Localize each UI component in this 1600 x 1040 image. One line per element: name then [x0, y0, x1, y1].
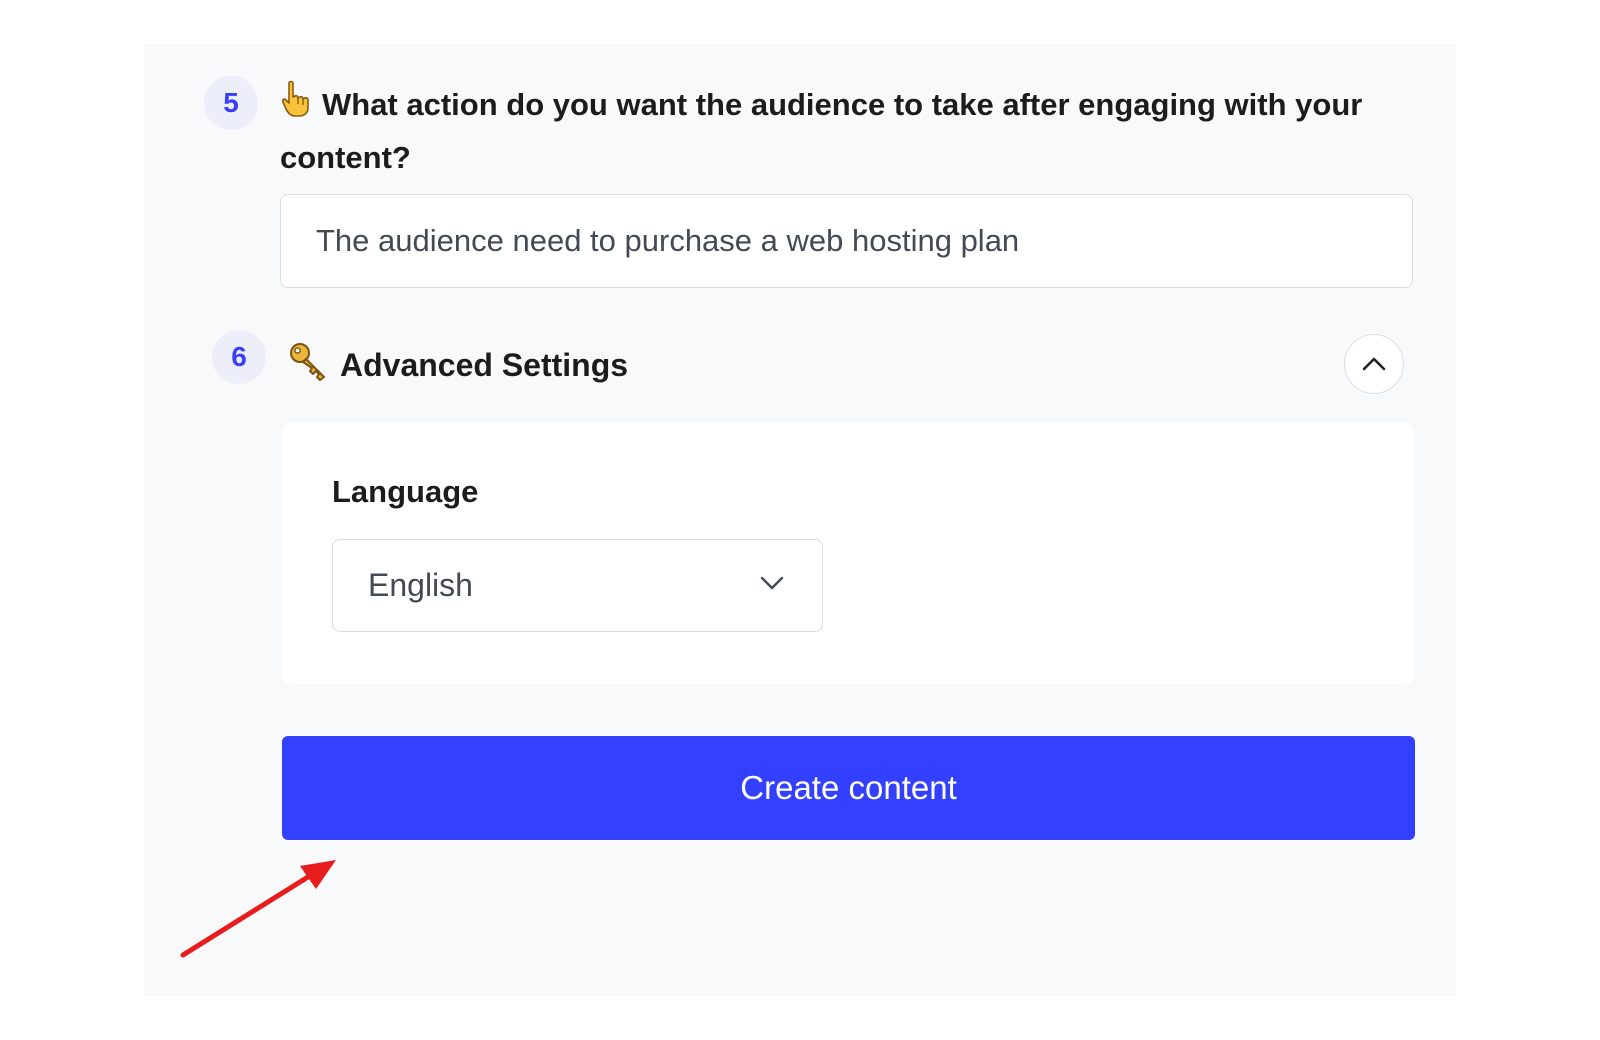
- step-number: 6: [231, 341, 247, 372]
- question-heading: What action do you want the audience to …: [280, 80, 1420, 183]
- chevron-down-icon: [760, 576, 784, 590]
- step-number-badge: 6: [212, 330, 266, 384]
- advanced-settings-card: Language English: [282, 422, 1414, 684]
- create-content-button[interactable]: Create content: [282, 736, 1415, 840]
- collapse-settings-button[interactable]: [1344, 334, 1404, 394]
- advanced-settings-title: Advanced Settings: [340, 346, 629, 383]
- language-select[interactable]: English: [332, 539, 823, 632]
- step-number: 5: [223, 87, 239, 118]
- question-text: What action do you want the audience to …: [280, 87, 1363, 176]
- pointing-hand-icon: [280, 80, 314, 133]
- audience-action-value: The audience need to purchase a web host…: [316, 223, 1020, 258]
- advanced-settings-heading: Advanced Settings: [288, 340, 628, 390]
- audience-action-input[interactable]: The audience need to purchase a web host…: [280, 194, 1413, 288]
- language-selected-value: English: [368, 567, 473, 603]
- key-icon: [288, 341, 328, 389]
- step-number-badge: 5: [204, 76, 258, 130]
- language-label: Language: [332, 474, 479, 509]
- chevron-up-icon: [1362, 357, 1386, 371]
